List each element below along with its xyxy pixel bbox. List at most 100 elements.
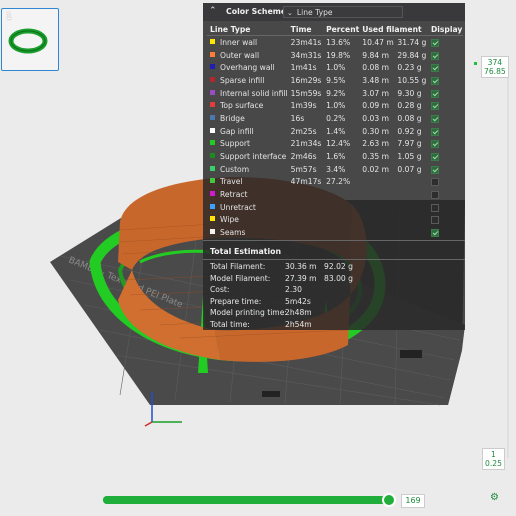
- estimation-line: Cost: 2.30: [210, 285, 460, 296]
- weight-cell: 29.84 g: [397, 50, 427, 60]
- line-type-name: Retract: [220, 190, 248, 200]
- weight-cell: 0.07 g: [397, 164, 422, 174]
- time-cell: 2m46s: [290, 152, 317, 162]
- percent-cell: 1.6%: [326, 152, 346, 162]
- move-slider-track[interactable]: [103, 496, 388, 504]
- line-type-name: Wipe: [220, 215, 239, 225]
- percent-cell: 0.2%: [326, 113, 346, 123]
- legend-row: Custom 5m57s 3.4% 0.02 m 0.07 g: [207, 163, 463, 176]
- estimation-label: Cost:: [210, 285, 230, 295]
- legend-row: Gap infill 2m25s 1.4% 0.30 m 0.92 g: [207, 125, 463, 138]
- length-cell: [359, 226, 394, 239]
- col-display: Display: [427, 23, 463, 36]
- display-checkbox[interactable]: [430, 140, 439, 149]
- percent-cell: 12.4%: [326, 139, 351, 149]
- display-checkbox[interactable]: [430, 127, 439, 136]
- display-checkbox[interactable]: [430, 203, 439, 212]
- display-checkbox[interactable]: [430, 153, 439, 162]
- legend-row: Retract: [207, 188, 463, 201]
- display-checkbox[interactable]: [430, 191, 439, 200]
- length-cell: 0.02 m: [362, 164, 389, 174]
- plate-thumbnail[interactable]: 1: [1, 8, 59, 71]
- settings-icon[interactable]: ⚙: [490, 492, 499, 503]
- length-cell: 2.63 m: [362, 139, 389, 149]
- estimation-label: Prepare time:: [210, 296, 262, 306]
- time-cell: [288, 188, 323, 201]
- display-checkbox[interactable]: [430, 89, 439, 98]
- line-type-name: Support interface: [220, 152, 287, 162]
- line-type-name: Outer wall: [220, 50, 260, 60]
- time-cell: 47m17s: [290, 177, 322, 187]
- color-swatch: [210, 178, 215, 184]
- legend-panel: ⌃ Color Scheme ⌄ Line Type Line Type Time…: [203, 3, 465, 330]
- length-cell: 9.84 m: [362, 50, 389, 60]
- move-slider-thumb[interactable]: [382, 493, 396, 507]
- display-checkbox[interactable]: [430, 216, 439, 225]
- estimation-label: Total Filament:: [210, 262, 266, 271]
- line-type-table: Line Type Time Percent Used filament Dis…: [207, 23, 463, 239]
- estimation-value: 27.39 m: [285, 273, 317, 283]
- display-checkbox[interactable]: [430, 64, 439, 73]
- display-checkbox[interactable]: [430, 165, 439, 174]
- display-checkbox[interactable]: [430, 38, 439, 47]
- legend-row: Bridge 16s 0.2% 0.03 m 0.08 g: [207, 112, 463, 125]
- legend-row: Inner wall 23m41s 13.6% 10.47 m 31.74 g: [207, 36, 463, 49]
- line-type-name: Overhang wall: [220, 63, 275, 73]
- color-swatch: [210, 89, 215, 95]
- display-checkbox[interactable]: [430, 76, 439, 85]
- percent-cell: [323, 188, 359, 201]
- time-cell: [288, 226, 323, 239]
- estimation-value: 5m42s: [285, 296, 311, 306]
- display-checkbox[interactable]: [430, 229, 439, 238]
- length-cell: [359, 214, 394, 227]
- collapse-icon[interactable]: ⌃: [209, 6, 217, 16]
- move-slider-start: [103, 496, 111, 504]
- legend-row: Overhang wall 1m41s 1.0% 0.08 m 0.23 g: [207, 61, 463, 74]
- total-estimation-title: Total Estimation: [210, 247, 282, 256]
- estimation-value-2: 83.00 g: [324, 273, 353, 283]
- layer-marker: [474, 62, 477, 65]
- estimation-line: Model Filament: 27.39 m 83.00 g: [210, 274, 460, 285]
- weight-cell: [394, 226, 428, 239]
- legend-row: Seams: [207, 226, 463, 239]
- time-cell: 15m59s: [290, 88, 322, 98]
- estimation-value: 30.36 m: [285, 262, 317, 271]
- length-cell: 0.09 m: [362, 101, 389, 111]
- weight-cell: 1.05 g: [397, 152, 422, 162]
- percent-cell: 1.0%: [326, 101, 346, 111]
- length-cell: 0.08 m: [362, 63, 389, 73]
- time-cell: [288, 214, 323, 227]
- estimation-line: Total Filament: 30.36 m 92.02 g: [210, 262, 460, 273]
- weight-cell: 0.92 g: [397, 126, 422, 136]
- line-type-name: Support: [220, 139, 251, 149]
- display-checkbox[interactable]: [430, 178, 439, 187]
- length-cell: 3.48 m: [362, 75, 389, 85]
- percent-cell: 1.0%: [326, 63, 346, 73]
- time-cell: [288, 201, 323, 214]
- weight-cell: [394, 188, 428, 201]
- top-layer-readout[interactable]: 374 76.85: [481, 56, 509, 78]
- weight-cell: 31.74 g: [397, 37, 427, 47]
- bottom-layer-readout[interactable]: 1 0.25: [482, 448, 505, 470]
- color-swatch: [210, 216, 215, 222]
- display-checkbox[interactable]: [430, 51, 439, 60]
- plate-number: 1: [6, 12, 12, 22]
- legend-row: Top surface 1m39s 1.0% 0.09 m 0.28 g: [207, 99, 463, 112]
- weight-cell: 0.28 g: [397, 101, 422, 111]
- legend-row: Wipe: [207, 214, 463, 227]
- legend-row: Unretract: [207, 201, 463, 214]
- legend-header: ⌃ Color Scheme ⌄ Line Type: [203, 3, 465, 21]
- ring-thumbnail-icon: [8, 28, 48, 54]
- estimation-label: Model printing time:: [210, 308, 287, 318]
- color-swatch: [210, 165, 215, 171]
- display-checkbox[interactable]: [430, 102, 439, 111]
- line-type-name: Custom: [220, 164, 250, 174]
- time-cell: 23m41s: [290, 37, 322, 47]
- view-type-select[interactable]: ⌄ Line Type: [283, 6, 403, 18]
- time-cell: 34m31s: [290, 50, 322, 60]
- divider: [203, 240, 465, 241]
- weight-cell: 0.08 g: [397, 113, 422, 123]
- percent-cell: [323, 214, 359, 227]
- display-checkbox[interactable]: [430, 114, 439, 123]
- percent-cell: 19.8%: [326, 50, 351, 60]
